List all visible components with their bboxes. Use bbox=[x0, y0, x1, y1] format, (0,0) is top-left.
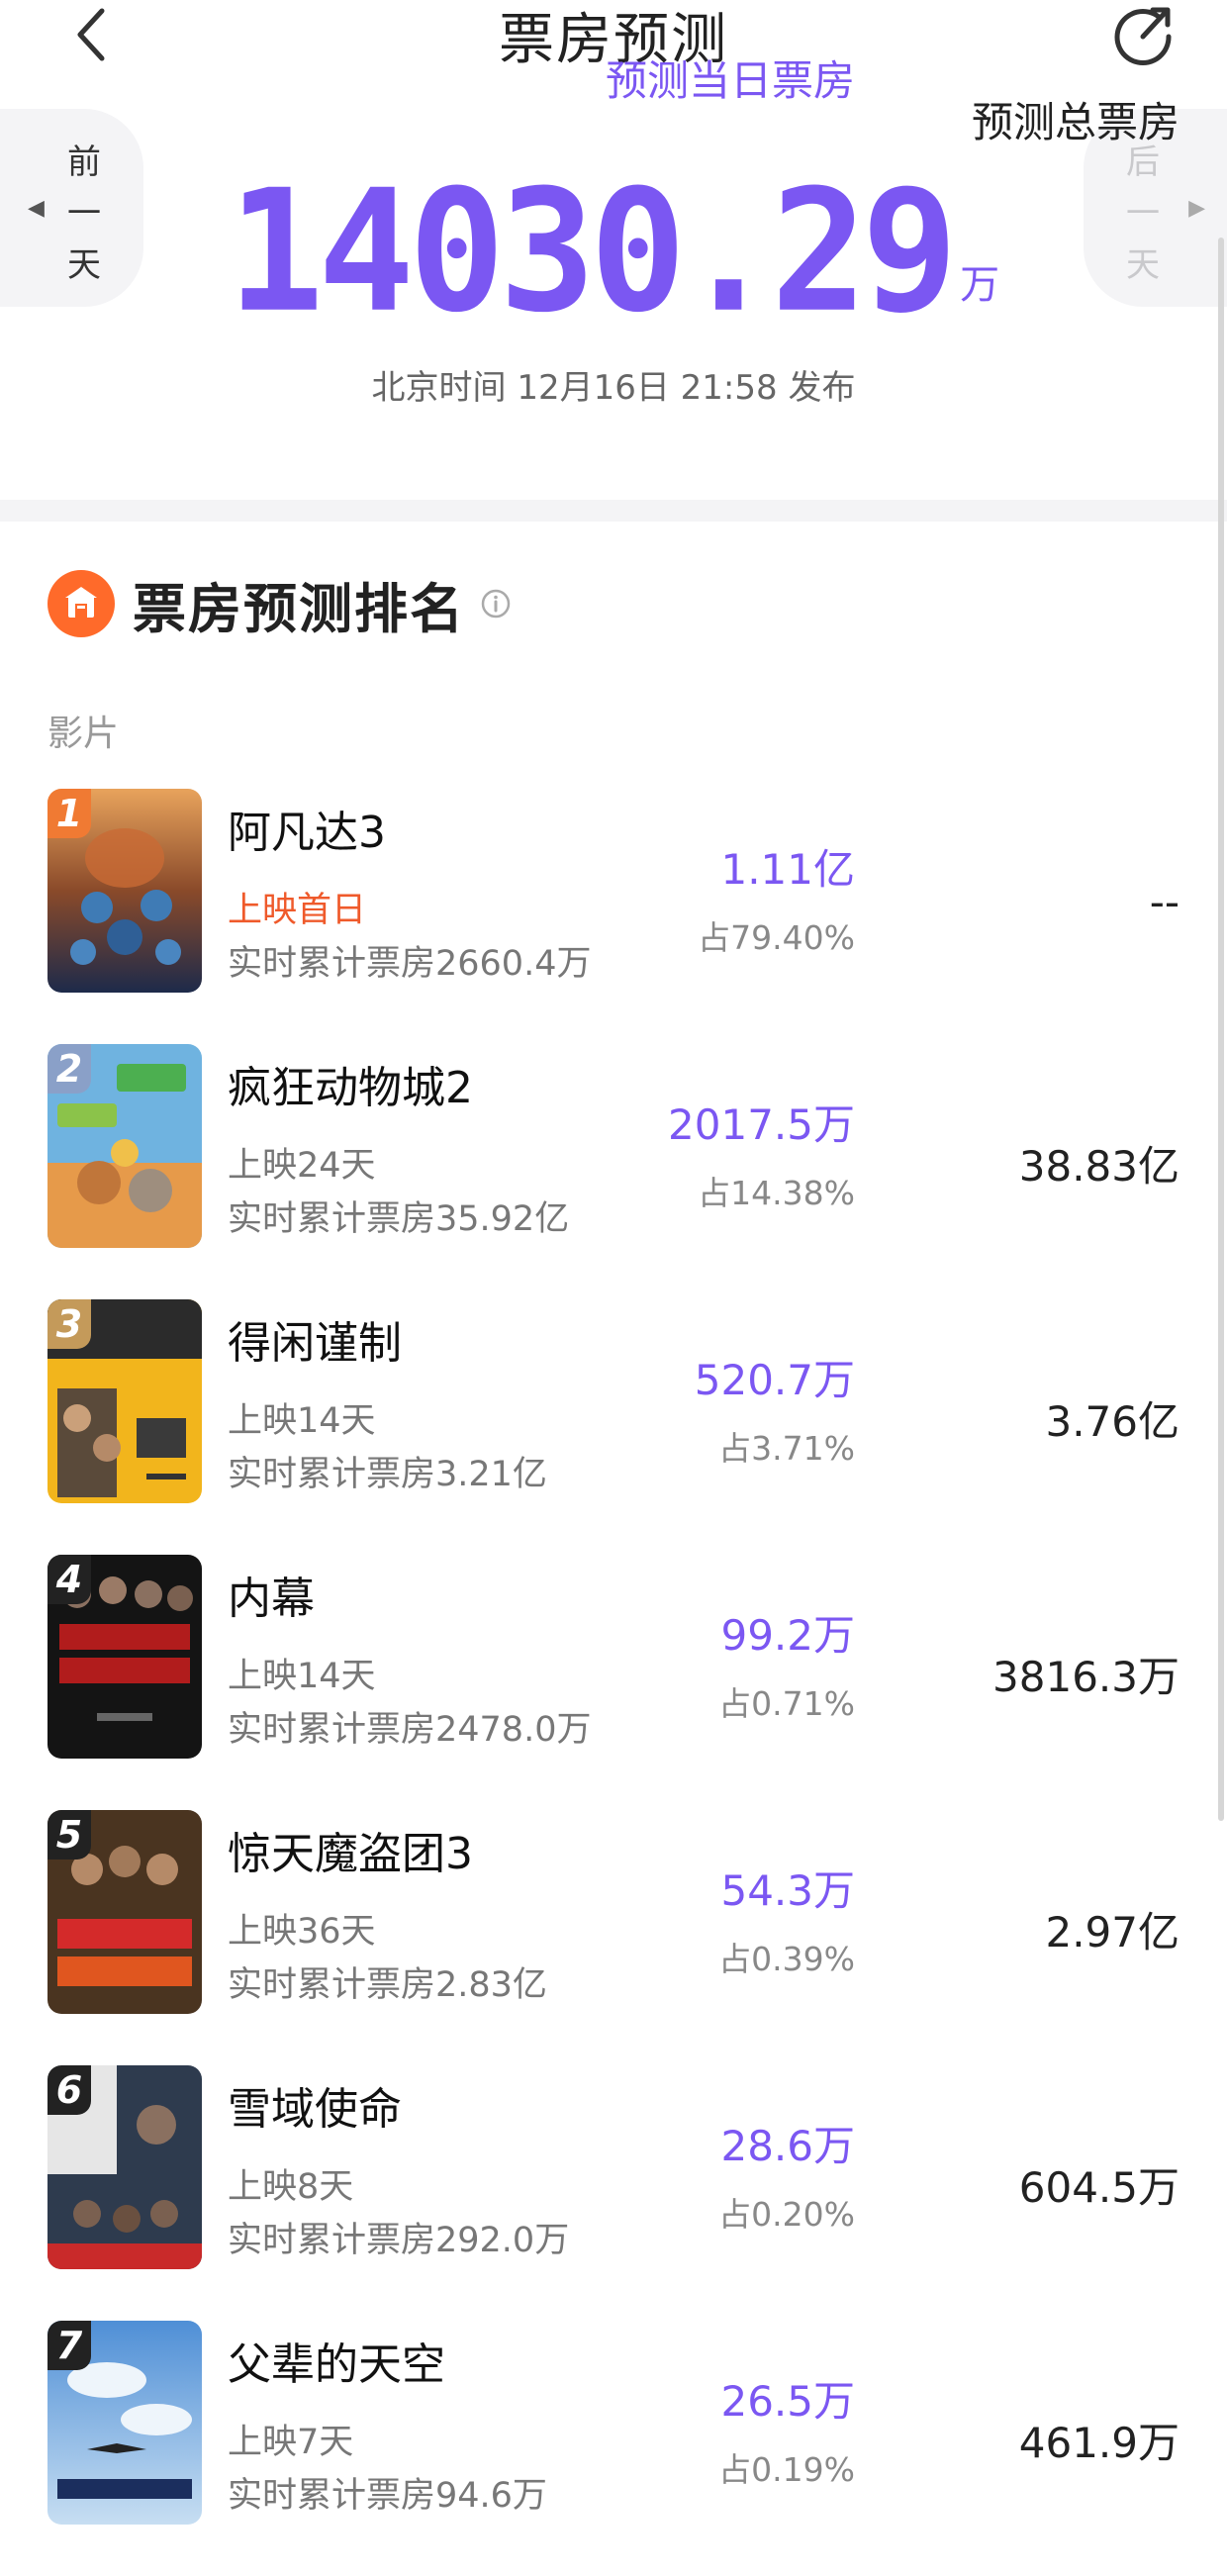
daily-share: 占0.20% bbox=[718, 2195, 855, 2234]
info-icon[interactable] bbox=[481, 589, 511, 619]
movie-title: 惊天魔盗团3 bbox=[228, 1829, 473, 1879]
daily-forecast: 54.3万 bbox=[720, 1866, 855, 1915]
ranking-row[interactable]: 6 雪域使命 上映8天 实时累计票房292.0万 28.6万 占0.20% 60… bbox=[0, 2065, 1227, 2321]
total-forecast: 3.76亿 bbox=[1045, 1397, 1180, 1446]
total-forecast: 38.83亿 bbox=[1018, 1142, 1180, 1191]
box-office-summary: ◀ 前一天 后一天 ▶ 14030.29 万 北京时间 12月16日 21:58… bbox=[0, 109, 1227, 500]
movie-title: 得闲谨制 bbox=[228, 1318, 402, 1369]
daily-share: 占3.71% bbox=[718, 1429, 855, 1468]
daily-forecast: 26.5万 bbox=[720, 2377, 855, 2426]
movie-poster: 3 bbox=[47, 1299, 202, 1503]
ranking-row[interactable]: 5 惊天魔盗团3 上映36天 实时累计票房2.83亿 54.3万 占0.39% … bbox=[0, 1810, 1227, 2065]
column-header-total: 预测总票房 bbox=[971, 98, 1180, 146]
ranking-row[interactable]: 3 得闲谨制 上映14天 实时累计票房3.21亿 520.7万 占3.71% 3… bbox=[0, 1299, 1227, 1555]
cumulative-box-office: 实时累计票房94.6万 bbox=[228, 2476, 547, 2516]
rank-badge: 6 bbox=[47, 2065, 91, 2115]
total-forecast-value: 14030.29 bbox=[227, 154, 958, 350]
total-forecast: 14030.29 万 bbox=[0, 168, 1227, 336]
daily-forecast: 2017.5万 bbox=[668, 1100, 855, 1149]
total-forecast: 3816.3万 bbox=[992, 1653, 1180, 1701]
movie-title: 雪域使命 bbox=[228, 2084, 402, 2135]
release-days: 上映首日 bbox=[228, 891, 367, 930]
cumulative-box-office: 实时累计票房2478.0万 bbox=[228, 1710, 592, 1750]
movie-title: 疯狂动物城2 bbox=[228, 1063, 473, 1113]
rank-badge: 4 bbox=[47, 1555, 91, 1604]
daily-share: 占0.71% bbox=[718, 1684, 855, 1723]
column-header-film: 影片 bbox=[47, 714, 120, 754]
ranking-row[interactable]: 1 阿凡达3 上映首日 实时累计票房2660.4万 1.11亿 占79.40% … bbox=[0, 789, 1227, 1044]
movie-title: 父辈的天空 bbox=[228, 2339, 445, 2390]
movie-title: 阿凡达3 bbox=[228, 808, 386, 858]
daily-forecast: 520.7万 bbox=[694, 1356, 855, 1404]
daily-forecast: 28.6万 bbox=[720, 2122, 855, 2170]
release-days: 上映24天 bbox=[228, 1146, 376, 1186]
movie-title: 内幕 bbox=[228, 1574, 315, 1624]
movie-poster: 1 bbox=[47, 789, 202, 993]
section-divider bbox=[0, 500, 1227, 522]
ticket-booth-icon bbox=[47, 570, 115, 637]
daily-share: 占0.39% bbox=[718, 1940, 855, 1978]
total-forecast: -- bbox=[1149, 878, 1180, 926]
rank-badge: 1 bbox=[47, 789, 91, 838]
daily-forecast: 99.2万 bbox=[720, 1611, 855, 1660]
release-days: 上映7天 bbox=[228, 2423, 354, 2462]
total-forecast: 2.97亿 bbox=[1045, 1908, 1180, 1956]
ranking-row[interactable]: 2 疯狂动物城2 上映24天 实时累计票房35.92亿 2017.5万 占14.… bbox=[0, 1044, 1227, 1299]
ranking-row[interactable]: 4 内幕 上映14天 实时累计票房2478.0万 99.2万 占0.71% 38… bbox=[0, 1555, 1227, 1810]
rank-badge: 5 bbox=[47, 1810, 91, 1860]
total-forecast: 604.5万 bbox=[1018, 2163, 1180, 2212]
ranking-row[interactable]: 7 父辈的天空 上映7天 实时累计票房94.6万 26.5万 占0.19% 46… bbox=[0, 2321, 1227, 2576]
cumulative-box-office: 实时累计票房3.21亿 bbox=[228, 1455, 547, 1494]
column-header-daily: 预测当日票房 bbox=[605, 56, 855, 105]
cumulative-box-office: 实时累计票房2.83亿 bbox=[228, 1965, 547, 2005]
daily-share: 占79.40% bbox=[698, 918, 855, 957]
share-button[interactable] bbox=[1110, 0, 1180, 69]
ranking-section-header: 票房预测排名 bbox=[47, 564, 511, 643]
daily-forecast: 1.11亿 bbox=[720, 845, 855, 894]
cumulative-box-office: 实时累计票房292.0万 bbox=[228, 2221, 570, 2260]
rank-badge: 2 bbox=[47, 1044, 91, 1094]
scrollbar[interactable] bbox=[1218, 238, 1224, 1821]
release-days: 上映14天 bbox=[228, 1657, 376, 1696]
release-days: 上映36天 bbox=[228, 1912, 376, 1952]
daily-share: 占14.38% bbox=[698, 1174, 855, 1212]
movie-poster: 7 bbox=[47, 2321, 202, 2525]
section-title: 票房预测排名 bbox=[133, 577, 465, 640]
movie-poster: 4 bbox=[47, 1555, 202, 1759]
movie-poster: 6 bbox=[47, 2065, 202, 2269]
rank-badge: 3 bbox=[47, 1299, 91, 1349]
cumulative-box-office: 实时累计票房35.92亿 bbox=[228, 1199, 570, 1239]
release-days: 上映14天 bbox=[228, 1401, 376, 1441]
rank-badge: 7 bbox=[47, 2321, 91, 2370]
publish-time: 北京时间 12月16日 21:58 发布 bbox=[371, 368, 856, 408]
share-icon bbox=[1114, 7, 1172, 65]
movie-poster: 2 bbox=[47, 1044, 202, 1248]
total-forecast: 461.9万 bbox=[1018, 2419, 1180, 2467]
total-forecast-unit: 万 bbox=[960, 262, 1000, 308]
cumulative-box-office: 实时累计票房2660.4万 bbox=[228, 944, 592, 984]
movie-poster: 5 bbox=[47, 1810, 202, 2014]
daily-share: 占0.19% bbox=[718, 2450, 855, 2489]
release-days: 上映8天 bbox=[228, 2167, 354, 2207]
